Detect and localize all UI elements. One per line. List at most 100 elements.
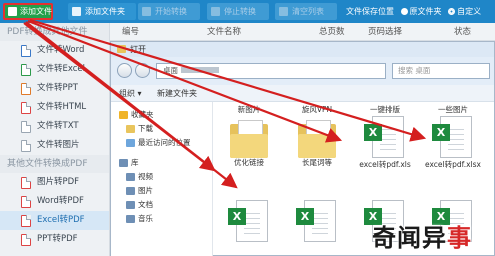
ppt-file-icon [21,83,31,95]
start-convert-label: 开始转换 [155,7,187,16]
custom-label: 自定义 [457,7,482,16]
tree-recent[interactable]: 最近访问的位置 [111,136,212,150]
stop-convert-label: 停止转换 [224,7,256,16]
dialog-nav-bar: 桌面 搜索 桌面 [111,57,494,85]
section-other-to-pdf: 其他文件转换成PDF [0,155,109,173]
pdf-file-icon [21,177,31,189]
sidebar-item-to-html[interactable]: 文件转HTML [0,98,109,117]
excel-file-icon: X [364,116,406,160]
play-icon [142,7,151,16]
radio-original-folder[interactable] [400,8,408,15]
search-input[interactable]: 搜索 桌面 [392,63,490,79]
col-status: 状态 [454,27,472,37]
txt-file-icon [21,121,31,133]
sidebar-item-excel-to-pdf[interactable]: Excel转PDF [0,211,109,230]
watermark-text-b: 事 [447,224,472,252]
sidebar-item-label: 文件转图片 [37,140,80,150]
sidebar-item-label: 图片转PDF [37,177,80,187]
music-icon [126,215,135,223]
tree-pictures[interactable]: 图片 [111,184,212,198]
library-icon [119,159,128,167]
sidebar-item-to-txt[interactable]: 文件转TXT [0,117,109,136]
back-arrow-icon[interactable] [117,63,132,78]
folder-icon [230,120,268,158]
dialog-command-bar: 组织 ▾ 新建文件夹 [111,85,494,102]
tree-label: 最近访问的位置 [138,138,191,147]
dialog-title-bar: 打开 [111,42,494,57]
address-root: 桌面 [163,66,178,75]
tile-label: 一键排版 [370,105,400,114]
top-label-3: 一键排版 [354,105,416,115]
picture-icon [126,187,135,195]
tree-documents[interactable]: 文档 [111,198,212,212]
sidebar-item-label: 文件转TXT [37,121,79,131]
excel-file-icon: X [432,116,474,160]
col-pages: 总页数 [319,27,345,37]
add-file-icon [8,7,17,16]
tree-favorites[interactable]: 收藏夹 [111,108,212,122]
forward-arrow-icon[interactable] [135,63,150,78]
sidebar-item-label: PPT转PDF [37,234,78,244]
col-name: 文件名称 [207,27,242,37]
add-file-button[interactable]: 添加文件 [3,3,53,20]
video-icon [126,173,135,181]
sidebar-item-to-excel[interactable]: 文件转Excel [0,60,109,79]
top-label-1: 新图片 [218,105,280,115]
add-file-label: 添加文件 [20,7,52,16]
watermark-text-a: 奇闻异 [372,224,447,252]
file-item-folder-1[interactable]: 优化链接 [218,120,280,168]
sidebar-item-to-ppt[interactable]: 文件转PPT [0,79,109,98]
pdf-file-icon [21,215,31,227]
sidebar-item-label: 文件转Excel [37,64,86,74]
tree-label: 图片 [138,186,153,195]
file-name: excel转pdf.xls [359,160,411,169]
stop-icon [211,7,220,16]
top-toolbar: 添加文件 添加文件夹 开始转换 停止转换 清空列表 文件保存位置 原文件夹 自定… [0,0,495,23]
document-icon [126,201,135,209]
address-bar[interactable]: 桌面 [156,63,386,79]
col-page-select: 页码选择 [368,27,403,37]
trash-icon [279,7,288,16]
start-convert-button[interactable]: 开始转换 [138,3,200,20]
image-file-icon [21,140,31,152]
stop-convert-button[interactable]: 停止转换 [207,3,269,20]
word-file-icon [21,45,31,57]
clear-list-button[interactable]: 清空列表 [275,3,337,20]
folder-icon [117,45,126,53]
tree-label: 库 [131,158,139,167]
file-item-excel-5[interactable]: X [218,200,280,244]
sidebar-item-image-to-pdf[interactable]: 图片转PDF [0,173,109,192]
file-item-excel-6[interactable]: X [286,200,348,244]
organize-button[interactable]: 组织 ▾ [119,85,142,102]
sidebar-item-label: Word转PDF [37,196,84,206]
folder-icon [298,120,336,158]
file-item-excel-xlsx[interactable]: X excel转pdf.xlsx [422,116,484,170]
top-label-4: 一些图片 [422,105,484,115]
file-name: 优化链接 [234,158,264,167]
radio-custom[interactable] [448,8,456,15]
sidebar-item-to-word[interactable]: 文件转Word [0,41,109,60]
add-folder-button[interactable]: 添加文件夹 [68,3,136,20]
dialog-title: 打开 [130,45,146,54]
save-location-label: 文件保存位置 [346,7,394,16]
tree-videos[interactable]: 视频 [111,170,212,184]
save-location: 文件保存位置 原文件夹 自定义 [346,0,481,23]
file-item-excel-xls[interactable]: X excel转pdf.xls [354,116,416,170]
top-label-2: 旋风VPN [286,105,348,115]
new-folder-button[interactable]: 新建文件夹 [157,85,197,102]
sidebar-item-label: Excel转PDF [37,215,85,225]
add-folder-icon [72,7,81,16]
navigation-tree: 收藏夹 下载 最近访问的位置 库 视频 图片 文档 音乐 [111,102,213,256]
sidebar-item-label: 文件转Word [37,45,85,55]
tree-libraries[interactable]: 库 [111,156,212,170]
tree-downloads[interactable]: 下载 [111,122,212,136]
file-item-folder-2[interactable]: 长尾词等 [286,120,348,168]
sidebar-item-ppt-to-pdf[interactable]: PPT转PDF [0,230,109,249]
tree-music[interactable]: 音乐 [111,212,212,226]
tile-label: 旋风VPN [301,105,333,114]
sidebar-item-to-image[interactable]: 文件转图片 [0,136,109,155]
sidebar-item-word-to-pdf[interactable]: Word转PDF [0,192,109,211]
sidebar-item-label: 文件转PPT [37,83,78,93]
html-file-icon [21,102,31,114]
recent-places-icon [126,139,135,147]
